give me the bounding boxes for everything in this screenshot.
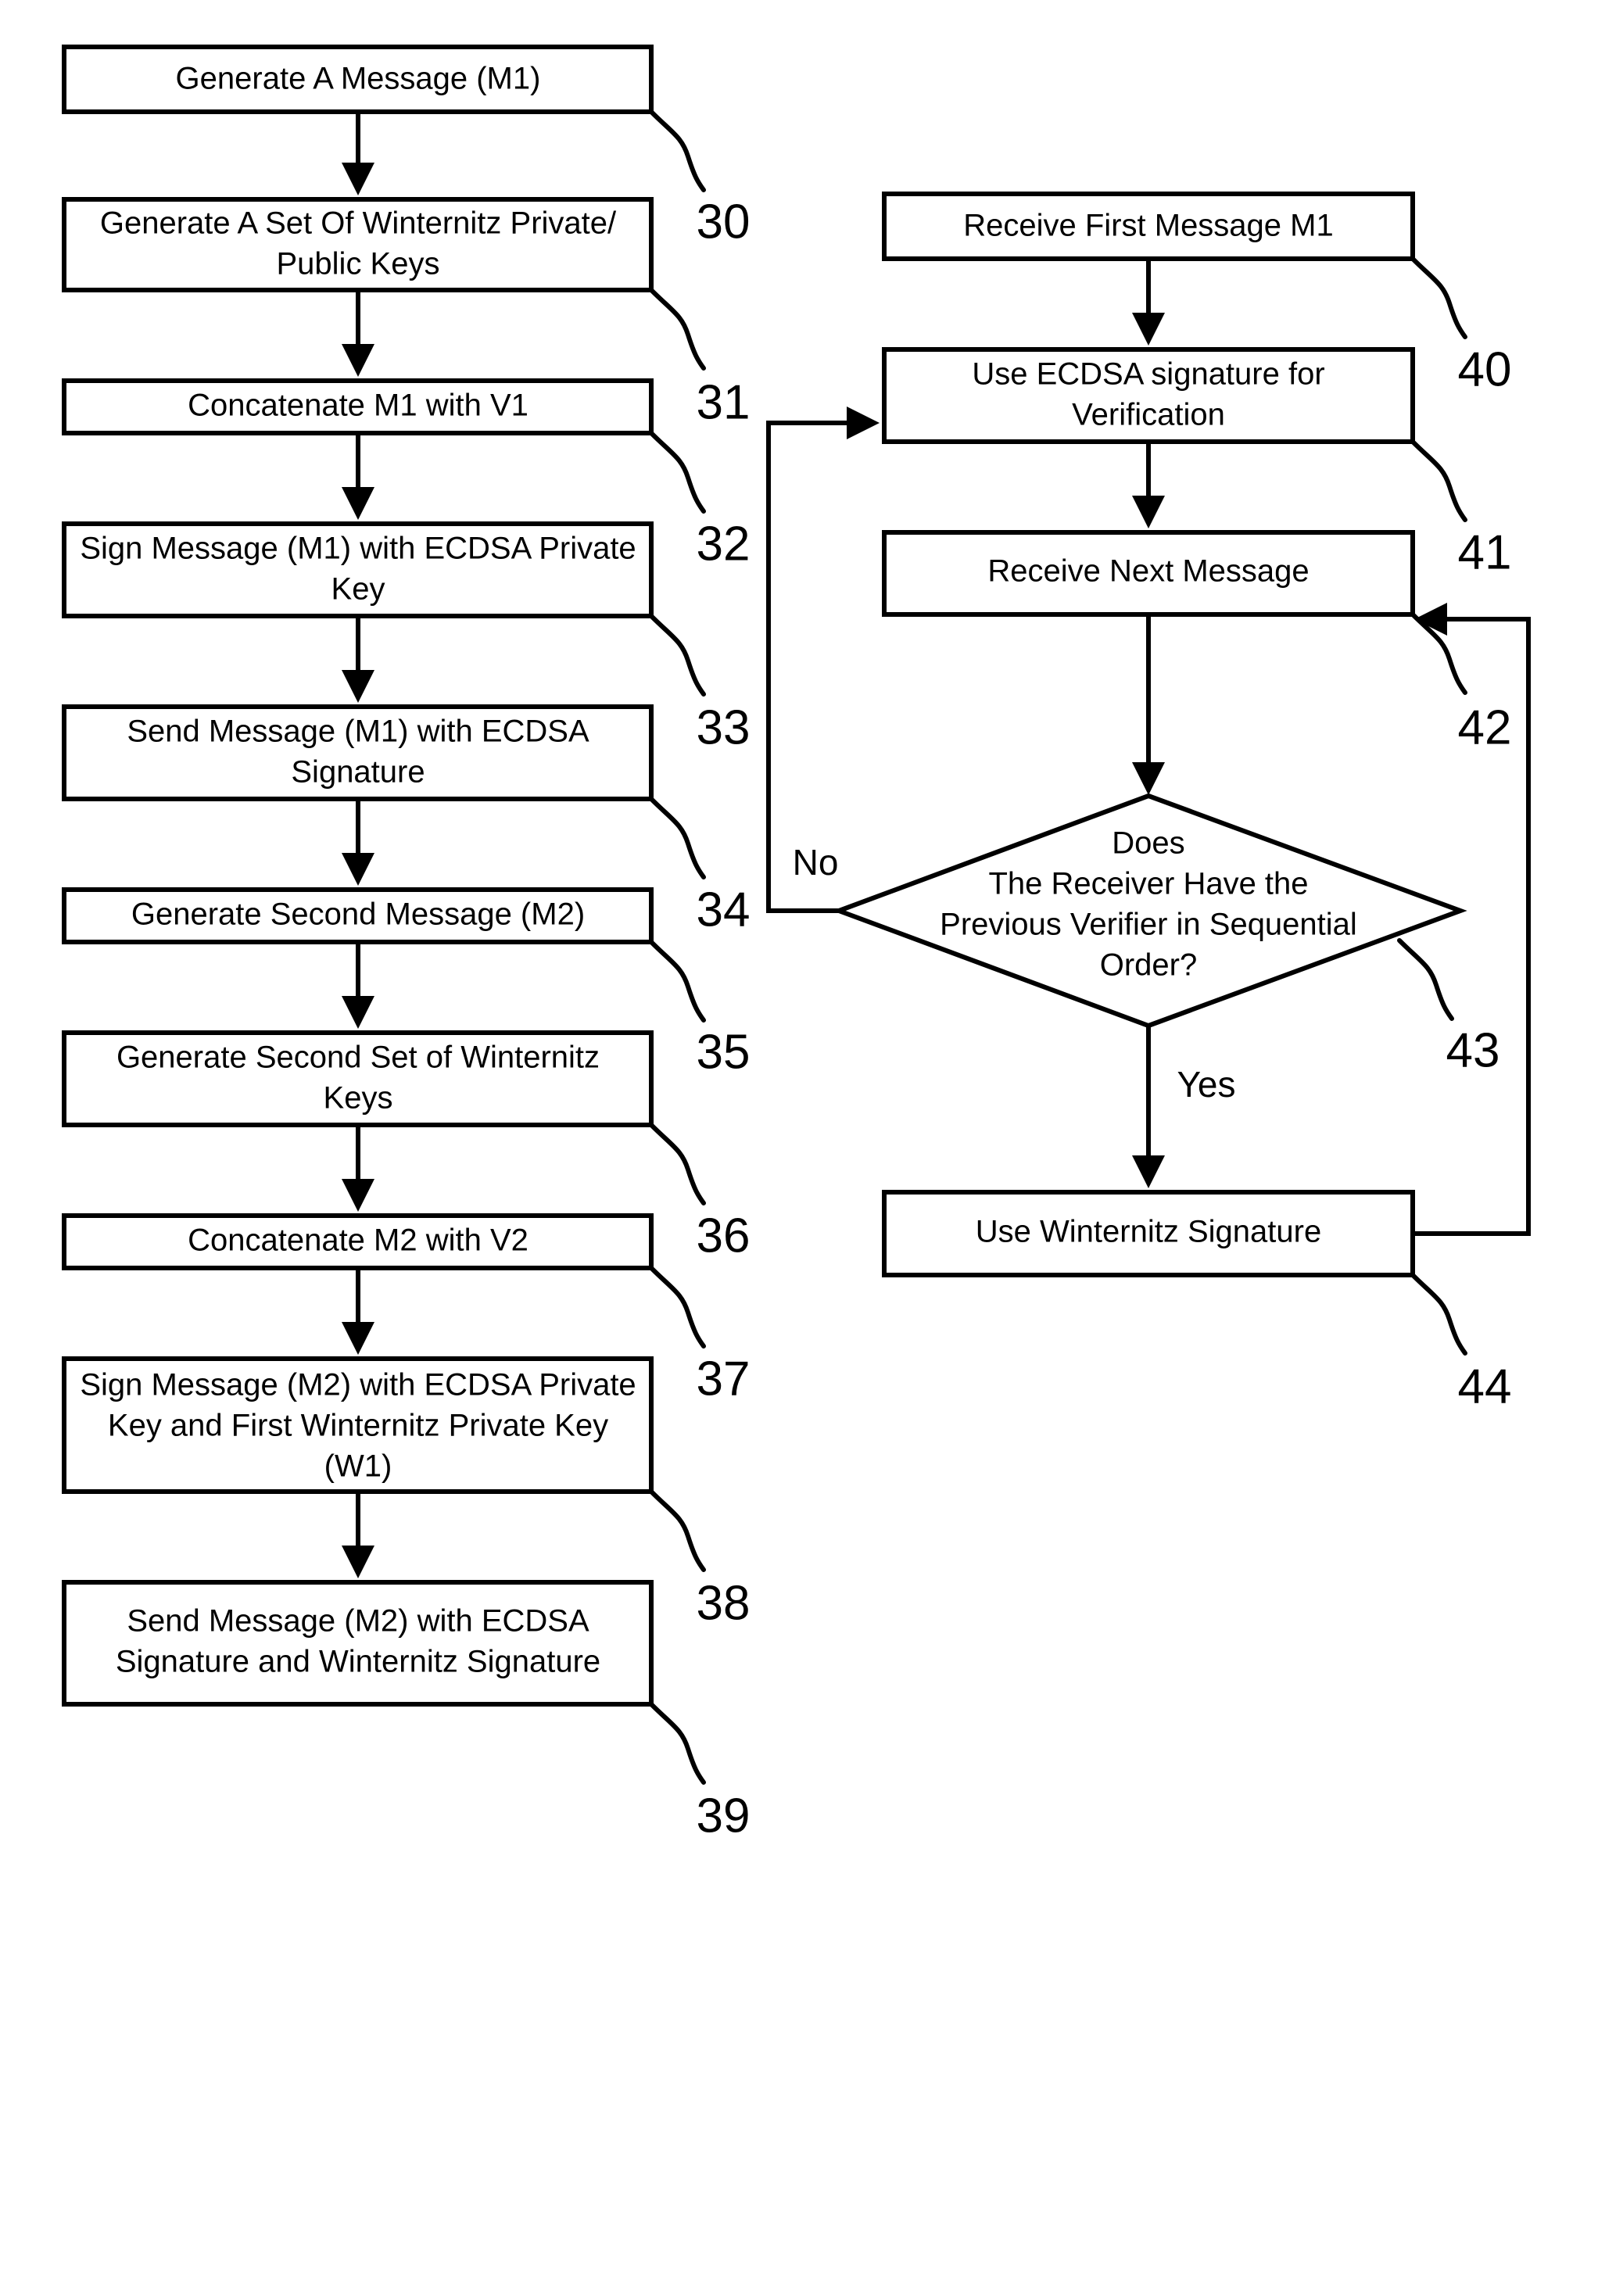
branch-label-yes: Yes xyxy=(1177,1064,1235,1105)
step-38-line-3: (W1) xyxy=(324,1449,392,1484)
ref-number-32: 32 xyxy=(697,517,751,571)
leader-line-31 xyxy=(649,288,706,371)
step-39-line-2: Signature and Winternitz Signature xyxy=(116,1645,600,1679)
ref-number-42: 42 xyxy=(1458,700,1512,754)
leader-line-44 xyxy=(1410,1273,1467,1356)
step-box-42[interactable]: Receive Next Message xyxy=(882,530,1415,617)
leader-line-36 xyxy=(649,1123,706,1205)
step-43-line-2: The Receiver Have the xyxy=(988,867,1308,901)
ref-number-43: 43 xyxy=(1446,1023,1500,1077)
step-43-line-1: Does xyxy=(1112,826,1184,861)
leader-line-42 xyxy=(1410,612,1467,695)
leader-line-39 xyxy=(649,1702,706,1785)
step-33-line-2: Key xyxy=(331,572,385,607)
ref-number-31: 31 xyxy=(697,375,751,429)
ref-number-35: 35 xyxy=(697,1025,751,1079)
step-box-36[interactable]: Generate Second Set of Winternitz Keys xyxy=(62,1030,654,1127)
ref-number-34: 34 xyxy=(697,883,751,937)
leader-line-33 xyxy=(649,614,706,697)
ref-number-44: 44 xyxy=(1458,1359,1512,1413)
branch-label-no: No xyxy=(793,842,839,883)
flowchart-svg: Generate A Message (M1) 30 Generate A Se… xyxy=(62,45,1531,1843)
step-box-37[interactable]: Concatenate M2 with V2 xyxy=(62,1213,654,1270)
ref-number-38: 38 xyxy=(697,1576,751,1630)
step-36-line-1: Generate Second Set of Winternitz xyxy=(116,1041,600,1075)
ref-number-40: 40 xyxy=(1458,342,1512,396)
step-31-line-2: Public Keys xyxy=(277,247,440,281)
leader-line-43 xyxy=(1397,938,1454,1021)
connector-43-no-to-41 xyxy=(766,407,880,913)
leader-line-41 xyxy=(1410,439,1467,522)
ref-number-37: 37 xyxy=(697,1352,751,1406)
step-34-line-2: Signature xyxy=(291,755,425,790)
step-43-line-3: Previous Verifier in Sequential xyxy=(940,908,1357,942)
step-38-line-2: Key and First Winternitz Private Key xyxy=(108,1409,608,1443)
leader-line-34 xyxy=(649,797,706,879)
step-box-41[interactable]: Use ECDSA signature for Verification xyxy=(882,347,1415,444)
leader-line-37 xyxy=(649,1266,706,1349)
ref-number-30: 30 xyxy=(697,195,751,249)
step-box-35[interactable]: Generate Second Message (M2) xyxy=(62,887,654,944)
ref-number-36: 36 xyxy=(697,1209,751,1263)
step-box-32[interactable]: Concatenate M1 with V1 xyxy=(62,378,654,435)
step-box-33[interactable]: Sign Message (M1) with ECDSA Private Key xyxy=(62,521,654,618)
step-36-line-2: Keys xyxy=(324,1081,393,1116)
step-35-line-1: Generate Second Message (M2) xyxy=(131,897,585,932)
step-box-44[interactable]: Use Winternitz Signature xyxy=(882,1190,1415,1277)
step-44-line-1: Use Winternitz Signature xyxy=(976,1215,1321,1249)
leader-line-40 xyxy=(1410,256,1467,339)
step-box-40[interactable]: Receive First Message M1 xyxy=(882,192,1415,261)
step-30-line-1: Generate A Message (M1) xyxy=(176,62,541,96)
step-38-line-1: Sign Message (M2) with ECDSA Private xyxy=(80,1368,636,1402)
step-box-30[interactable]: Generate A Message (M1) xyxy=(62,45,654,114)
step-box-31[interactable]: Generate A Set Of Winternitz Private/ Pu… xyxy=(62,197,654,292)
step-31-line-1: Generate A Set Of Winternitz Private/ xyxy=(100,206,617,241)
step-43-line-4: Order? xyxy=(1100,948,1198,983)
step-39-line-1: Send Message (M2) with ECDSA xyxy=(127,1604,589,1639)
step-33-line-1: Sign Message (M1) with ECDSA Private xyxy=(80,532,636,566)
decision-diamond-43[interactable]: Does The Receiver Have the Previous Veri… xyxy=(832,793,1467,1029)
ref-number-39: 39 xyxy=(697,1789,751,1843)
step-41-line-2: Verification xyxy=(1072,398,1225,432)
ref-number-41: 41 xyxy=(1458,525,1512,579)
leader-line-32 xyxy=(649,431,706,514)
step-37-line-1: Concatenate M2 with V2 xyxy=(188,1223,528,1258)
step-34-line-1: Send Message (M1) with ECDSA xyxy=(127,715,589,749)
leader-line-35 xyxy=(649,940,706,1023)
step-box-39[interactable]: Send Message (M2) with ECDSA Signature a… xyxy=(62,1580,654,1707)
step-41-line-1: Use ECDSA signature for xyxy=(972,357,1324,392)
step-32-line-1: Concatenate M1 with V1 xyxy=(188,389,528,423)
figure-root: Generate A Message (M1) 30 Generate A Se… xyxy=(0,0,1598,2296)
step-42-line-1: Receive Next Message xyxy=(987,554,1309,589)
step-box-34[interactable]: Send Message (M1) with ECDSA Signature xyxy=(62,704,654,801)
step-box-38[interactable]: Sign Message (M2) with ECDSA Private Key… xyxy=(62,1356,654,1494)
step-40-line-1: Receive First Message M1 xyxy=(963,209,1333,243)
leader-line-38 xyxy=(649,1489,706,1572)
leader-line-30 xyxy=(649,109,706,192)
ref-number-33: 33 xyxy=(697,700,751,754)
